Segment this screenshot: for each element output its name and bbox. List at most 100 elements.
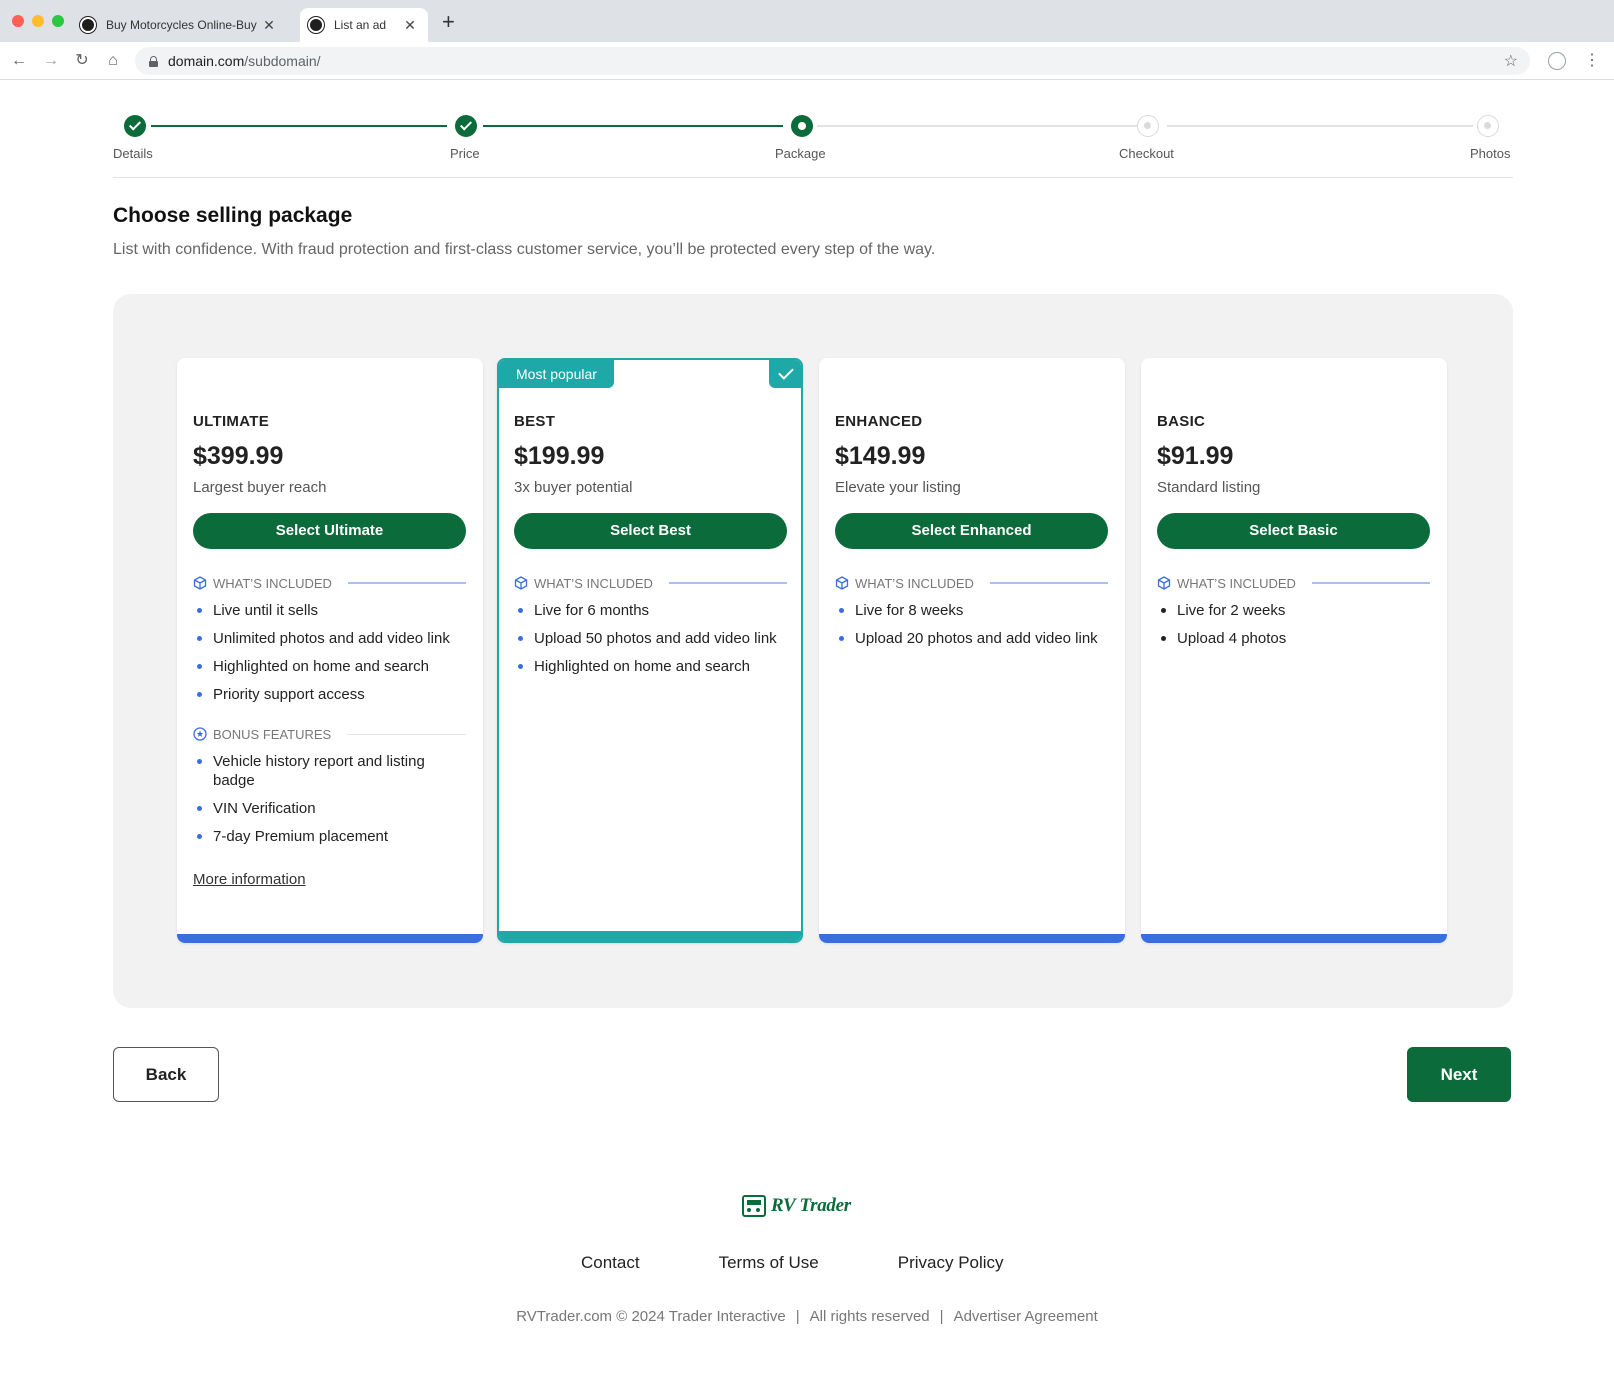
divider (668, 582, 787, 584)
footer-links: Contact Terms of Use Privacy Policy (581, 1253, 1004, 1273)
browser-tab-list-an-ad[interactable]: List an ad ✕ (300, 8, 428, 42)
lock-icon[interactable] (149, 55, 158, 67)
package-price: $199.99 (514, 442, 605, 470)
whats-included-label: WHAT’S INCLUDED (534, 575, 653, 591)
rights-text: All rights reserved (809, 1308, 930, 1325)
footer-link-privacy[interactable]: Privacy Policy (898, 1253, 1004, 1273)
package-card-basic[interactable]: BASIC $91.99 Standard listing Select Bas… (1141, 358, 1447, 943)
site-favicon-icon (80, 17, 96, 33)
back-arrow-icon[interactable]: ← (8, 50, 30, 72)
step-label-package: Package (775, 146, 826, 161)
package-name: ENHANCED (835, 413, 923, 430)
step-connector (483, 125, 783, 127)
package-name: ULTIMATE (193, 413, 269, 430)
browser-menu-icon[interactable]: ⋮ (1584, 50, 1600, 72)
included-features-list: Live for 2 weeks Upload 4 photos (1157, 601, 1430, 648)
cube-icon (193, 576, 207, 590)
bonus-features-label: BONUS FEATURES (213, 726, 332, 742)
tab-title: List an ad (334, 18, 387, 32)
profile-avatar-icon[interactable] (1548, 52, 1566, 70)
home-icon[interactable]: ⌂ (102, 50, 124, 72)
bookmark-star-icon[interactable]: ☆ (1504, 51, 1518, 71)
logo-text: RV Trader (771, 1195, 851, 1216)
feature-item: Priority support access (193, 685, 466, 704)
separator: | (939, 1308, 944, 1325)
rv-trader-logo[interactable]: RV Trader (742, 1194, 851, 1218)
tab-close-icon[interactable]: ✕ (261, 17, 277, 34)
feature-item: Upload 4 photos (1157, 629, 1430, 648)
feature-item: VIN Verification (193, 799, 466, 818)
select-ultimate-button[interactable]: Select Ultimate (193, 513, 466, 549)
feature-item: Upload 20 photos and add video link (835, 629, 1108, 648)
tab-close-icon[interactable]: ✕ (402, 17, 418, 34)
step-details-check-icon (124, 115, 146, 137)
footer-link-terms[interactable]: Terms of Use (719, 1253, 819, 1273)
step-label-photos: Photos (1470, 146, 1511, 161)
package-name: BEST (514, 413, 556, 430)
site-favicon-icon (308, 17, 324, 33)
whats-included-header: WHAT’S INCLUDED (1157, 575, 1430, 591)
browser-tab-motorcycles[interactable]: Buy Motorcycles Online-Buy ✕ (72, 8, 287, 42)
select-enhanced-button[interactable]: Select Enhanced (835, 513, 1108, 549)
forward-arrow-icon[interactable]: → (40, 50, 62, 72)
step-photos-pending-icon (1477, 115, 1499, 137)
window-maximize-button[interactable] (52, 15, 64, 27)
included-features-list: Live until it sells Unlimited photos and… (193, 601, 466, 704)
package-price: $149.99 (835, 442, 926, 470)
whats-included-header: WHAT’S INCLUDED (514, 575, 787, 591)
selected-check-icon (769, 360, 801, 388)
cube-icon (835, 576, 849, 590)
back-button[interactable]: Back (113, 1047, 219, 1102)
select-basic-button[interactable]: Select Basic (1157, 513, 1430, 549)
step-connector (1167, 125, 1473, 127)
feature-item: Upload 50 photos and add video link (514, 629, 787, 648)
feature-item: Highlighted on home and search (514, 657, 787, 676)
reload-icon[interactable]: ↻ (71, 50, 93, 72)
step-connector (151, 125, 447, 127)
next-button[interactable]: Next (1407, 1047, 1511, 1102)
whats-included-header: WHAT’S INCLUDED (193, 575, 466, 591)
new-tab-icon[interactable]: + (442, 11, 455, 33)
package-description: 3x buyer potential (514, 479, 633, 496)
included-features-list: Live for 8 weeks Upload 20 photos and ad… (835, 601, 1108, 648)
whats-included-label: WHAT’S INCLUDED (855, 575, 974, 591)
step-label-checkout: Checkout (1119, 146, 1174, 161)
address-bar[interactable]: domain.com/subdomain/ ☆ (135, 47, 1530, 75)
feature-item: Live for 2 weeks (1157, 601, 1430, 620)
whats-included-label: WHAT’S INCLUDED (1177, 575, 1296, 591)
package-card-best[interactable]: Most popular BEST $199.99 3x buyer poten… (497, 358, 803, 943)
cube-icon (514, 576, 528, 590)
url-path: /subdomain/ (244, 53, 321, 69)
select-best-button[interactable]: Select Best (514, 513, 787, 549)
separator: | (795, 1308, 800, 1325)
package-card-enhanced[interactable]: ENHANCED $149.99 Elevate your listing Se… (819, 358, 1125, 943)
card-accent-bar (1141, 934, 1447, 943)
more-information-link[interactable]: More information (193, 871, 306, 888)
package-card-ultimate[interactable]: ULTIMATE $399.99 Largest buyer reach Sel… (177, 358, 483, 943)
browser-tab-strip: Buy Motorcycles Online-Buy ✕ List an ad … (0, 0, 1614, 42)
copyright-line: RVTrader.com © 2024 Trader Interactive | A… (0, 1308, 1614, 1325)
card-accent-bar (819, 934, 1125, 943)
divider (1311, 582, 1430, 584)
package-description: Elevate your listing (835, 479, 961, 496)
package-description: Standard listing (1157, 479, 1261, 496)
included-features-list: Live for 6 months Upload 50 photos and a… (514, 601, 787, 676)
bonus-features-header: BONUS FEATURES (193, 726, 466, 742)
bonus-features-list: Vehicle history report and listing badge… (193, 752, 466, 846)
step-label-price: Price (450, 146, 480, 161)
window-close-button[interactable] (12, 15, 24, 27)
feature-item: Live for 8 weeks (835, 601, 1108, 620)
window-minimize-button[interactable] (32, 15, 44, 27)
cube-icon (1157, 576, 1171, 590)
package-description: Largest buyer reach (193, 479, 327, 496)
divider (347, 582, 466, 584)
rv-logo-icon (742, 1195, 766, 1217)
star-badge-icon (193, 727, 207, 741)
advertiser-agreement-link[interactable]: Advertiser Agreement (954, 1308, 1098, 1325)
footer-link-contact[interactable]: Contact (581, 1253, 640, 1273)
step-connector (817, 125, 1143, 127)
step-checkout-pending-icon (1137, 115, 1159, 137)
divider (989, 582, 1108, 584)
copyright-text: RVTrader.com © 2024 Trader Interactive (516, 1308, 786, 1325)
feature-item: Live until it sells (193, 601, 466, 620)
